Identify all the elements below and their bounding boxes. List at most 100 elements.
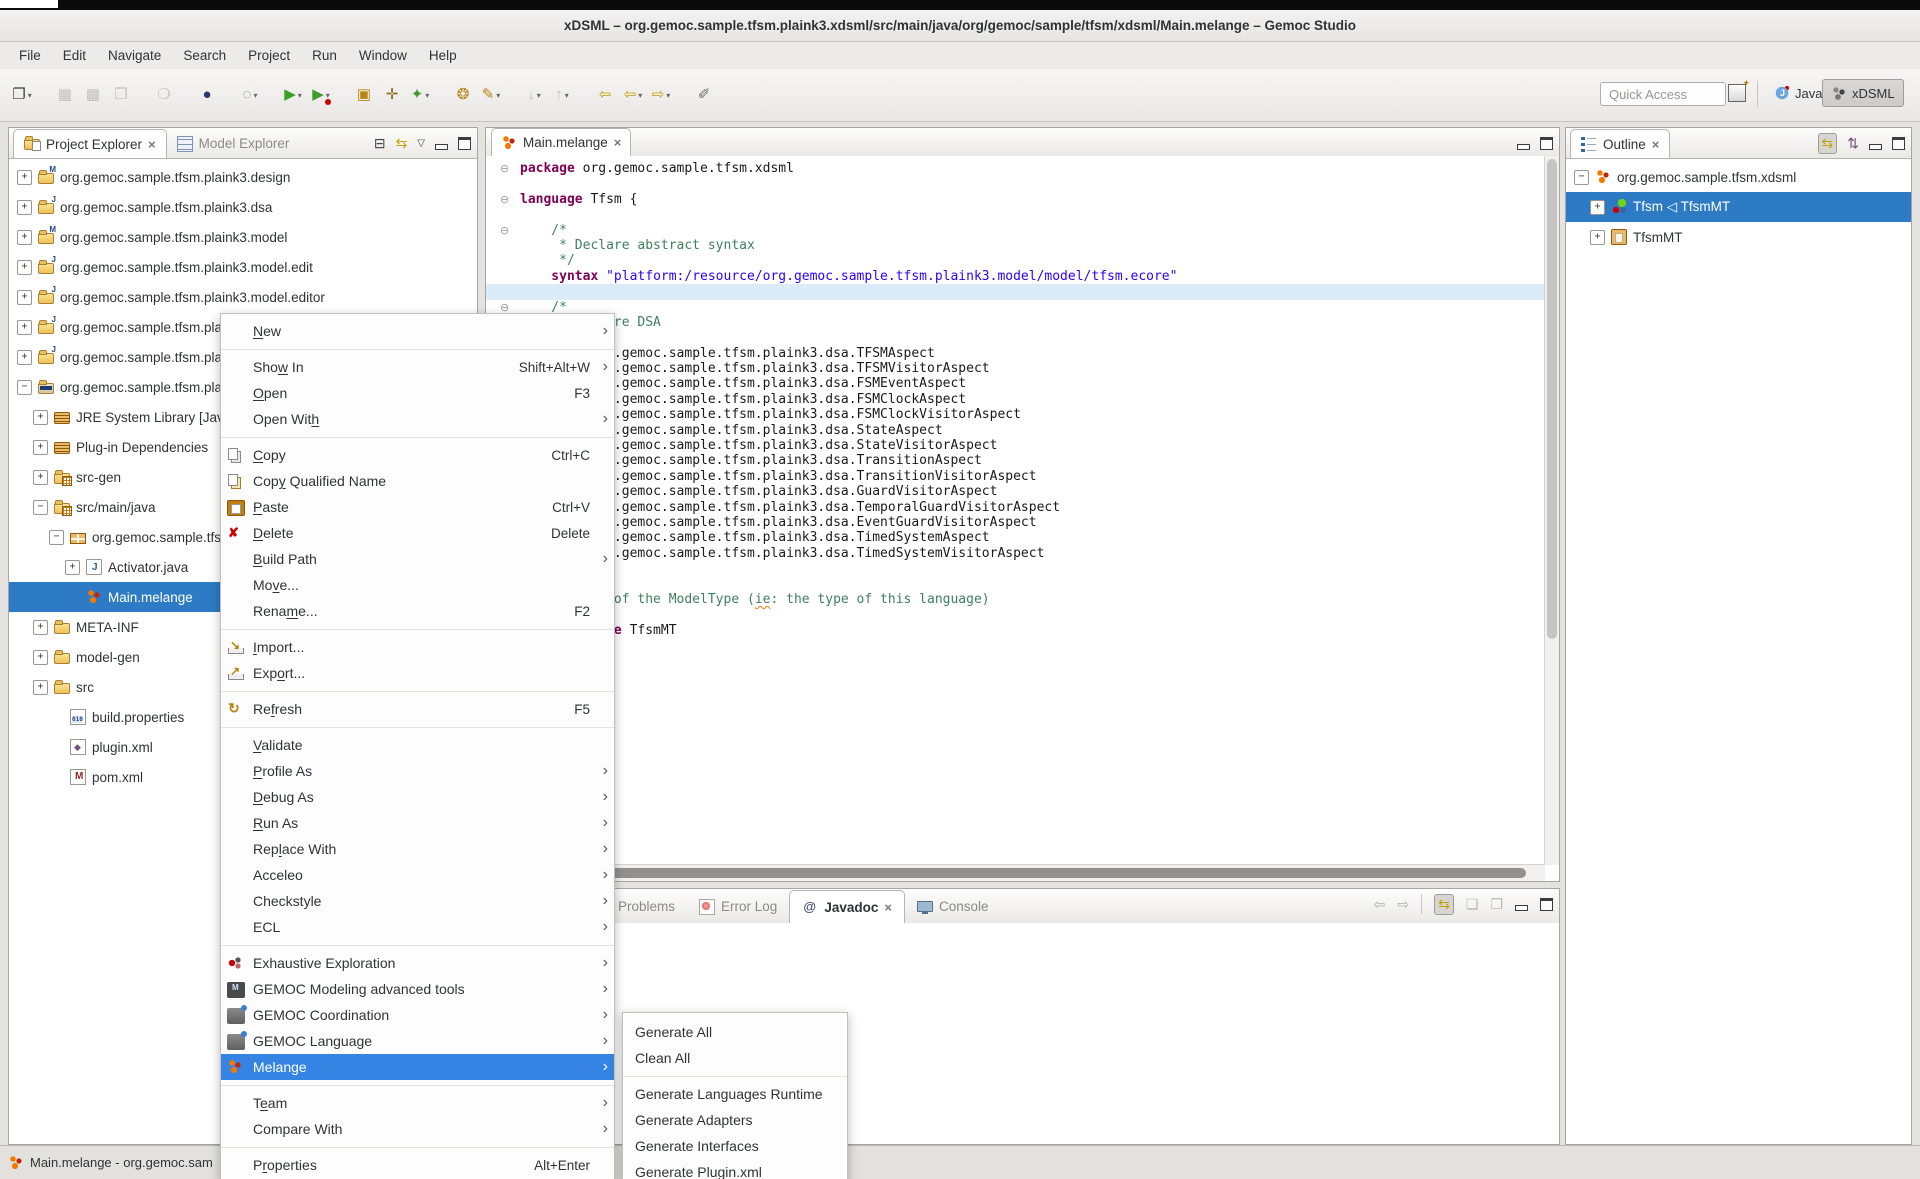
expand-icon[interactable]: +: [33, 410, 48, 425]
menubar-item-run[interactable]: Run: [301, 42, 348, 69]
menubar-item-file[interactable]: File: [8, 42, 52, 69]
maximize-button[interactable]: [1540, 137, 1553, 150]
fold-collapse-icon[interactable]: ⊖: [500, 301, 509, 314]
expand-icon[interactable]: +: [17, 200, 32, 215]
outline-item-tfsmmt[interactable]: +TfsmMT: [1566, 222, 1911, 252]
tree-item-org-gemoc-sample-tfsm-plaink3-design[interactable]: +org.gemoc.sample.tfsm.plaink3.design: [9, 162, 477, 192]
outline-item-org-gemoc-sample-tfsm-xdsml[interactable]: −org.gemoc.sample.tfsm.xdsml: [1566, 162, 1911, 192]
context-menu-item-profile-as[interactable]: Profile As›: [221, 758, 614, 784]
menubar-item-navigate[interactable]: Navigate: [97, 42, 172, 69]
new-java-package-button[interactable]: ▣: [351, 82, 377, 108]
context-menu-item-paste[interactable]: PasteCtrl+V: [221, 494, 614, 520]
collapse-icon[interactable]: −: [33, 500, 48, 515]
collapse-all-button[interactable]: ⊟: [374, 135, 386, 152]
editor-vertical-scrollbar[interactable]: [1544, 156, 1559, 865]
back-button[interactable]: ⇦▾: [620, 82, 646, 108]
dropdown-chevron-icon[interactable]: ▾: [565, 91, 569, 100]
submenu-item-generate-languages-runtime[interactable]: Generate Languages Runtime: [623, 1081, 847, 1107]
view-menu-button[interactable]: ▽: [417, 138, 425, 149]
code-area[interactable]: ⊖package org.gemoc.sample.tfsm.xdsml⊖lan…: [486, 156, 1545, 865]
context-menu-item-debug-as[interactable]: Debug As›: [221, 784, 614, 810]
close-icon[interactable]: ×: [148, 137, 156, 152]
tab-model-explorer[interactable]: Model Explorer: [167, 129, 300, 158]
new-plugin-project-button[interactable]: ✛: [379, 82, 405, 108]
link-with-editor-button[interactable]: ⇆: [1434, 894, 1454, 915]
tree-item-org-gemoc-sample-tfsm-plaink3-model[interactable]: +org.gemoc.sample.tfsm.plaink3.model: [9, 222, 477, 252]
context-menu-item-validate[interactable]: Validate: [221, 732, 614, 758]
collapse-icon[interactable]: −: [17, 380, 32, 395]
previous-annotation-button[interactable]: ↑▾: [549, 82, 575, 108]
fold-collapse-icon[interactable]: ⊖: [500, 193, 509, 206]
minimize-button[interactable]: [1515, 905, 1528, 911]
expand-icon[interactable]: +: [65, 560, 80, 575]
context-menu-item-show-in[interactable]: Show InShift+Alt+W›: [221, 354, 614, 380]
menubar-item-edit[interactable]: Edit: [52, 42, 97, 69]
context-menu-item-new[interactable]: New›: [221, 318, 614, 344]
context-menu-item-properties[interactable]: PropertiesAlt+Enter: [221, 1152, 614, 1178]
minimize-button[interactable]: [1869, 144, 1882, 150]
dropdown-chevron-icon[interactable]: ▾: [253, 91, 257, 100]
scrollbar-thumb[interactable]: [1547, 159, 1557, 639]
forward-button[interactable]: ⇨: [1397, 896, 1409, 913]
context-menu-item-gemoc-language[interactable]: GEMOC Language›: [221, 1028, 614, 1054]
tree-item-org-gemoc-sample-tfsm-plaink3-dsa[interactable]: +org.gemoc.sample.tfsm.plaink3.dsa: [9, 192, 477, 222]
open-input-button[interactable]: ❏: [1466, 896, 1479, 913]
search-button[interactable]: ❍: [151, 82, 177, 108]
submenu-item-generate-adapters[interactable]: Generate Adapters: [623, 1107, 847, 1133]
dropdown-chevron-icon[interactable]: ▾: [638, 91, 642, 100]
open-wizard-button[interactable]: ❂: [450, 82, 476, 108]
context-menu-item-compare-with[interactable]: Compare With›: [221, 1116, 614, 1142]
context-menu-item-import[interactable]: Import...: [221, 634, 614, 660]
context-menu-item-gemoc-coordination[interactable]: GEMOC Coordination›: [221, 1002, 614, 1028]
new-gemoc-project-button[interactable]: ✦▾: [407, 82, 433, 108]
outline-item-tfsm-tfsmmt[interactable]: +Tfsm ◁ TfsmMT: [1566, 192, 1911, 222]
submenu-item-clean-all[interactable]: Clean All: [623, 1045, 847, 1071]
last-edit-location-button[interactable]: ⇦: [592, 82, 618, 108]
tree-item-org-gemoc-sample-tfsm-plaink3-model-editor[interactable]: +org.gemoc.sample.tfsm.plaink3.model.edi…: [9, 282, 477, 312]
maximize-button[interactable]: [1892, 137, 1905, 150]
context-menu-item-rename[interactable]: Rename...F2: [221, 598, 614, 624]
link-with-editor-button[interactable]: ⇆: [396, 135, 408, 152]
dropdown-chevron-icon[interactable]: ▾: [537, 91, 541, 100]
context-menu-item-build-path[interactable]: Build Path›: [221, 546, 614, 572]
context-menu-item-replace-with[interactable]: Replace With›: [221, 836, 614, 862]
context-menu-item-export[interactable]: Export...: [221, 660, 614, 686]
save-all-button[interactable]: ▩: [80, 82, 106, 108]
menubar-item-help[interactable]: Help: [418, 42, 468, 69]
context-menu-item-team[interactable]: Team›: [221, 1090, 614, 1116]
context-menu-item-run-as[interactable]: Run As›: [221, 810, 614, 836]
context-menu-item-gemoc-modeling-advanced-tools[interactable]: GEMOC Modeling advanced tools›: [221, 976, 614, 1002]
expand-icon[interactable]: +: [33, 680, 48, 695]
fold-collapse-icon[interactable]: ⊖: [500, 162, 509, 175]
close-icon[interactable]: ×: [614, 135, 622, 150]
menubar-item-window[interactable]: Window: [348, 42, 418, 69]
dropdown-chevron-icon[interactable]: ▾: [496, 91, 500, 100]
context-menu-item-exhaustive-exploration[interactable]: Exhaustive Exploration›: [221, 950, 614, 976]
expand-icon[interactable]: +: [17, 350, 32, 365]
tab-error-log[interactable]: Error Log: [687, 890, 789, 923]
editor-horizontal-scrollbar[interactable]: [486, 864, 1545, 881]
submenu-item-generate-all[interactable]: Generate All: [623, 1019, 847, 1045]
collapse-icon[interactable]: −: [1574, 170, 1589, 185]
context-menu-item-move[interactable]: Move...: [221, 572, 614, 598]
context-menu-item-refresh[interactable]: RefreshF5: [221, 696, 614, 722]
context-menu-item-ecl[interactable]: ECL›: [221, 914, 614, 940]
perspective-xdsml-button[interactable]: xDSML: [1822, 79, 1904, 107]
open-attached-javadoc-button[interactable]: ❐: [1490, 896, 1503, 913]
link-with-editor-button[interactable]: ⇆: [1818, 133, 1838, 154]
minimize-button[interactable]: [435, 144, 448, 150]
save-button[interactable]: ▦: [52, 82, 78, 108]
context-menu-item-delete[interactable]: DeleteDelete: [221, 520, 614, 546]
dropdown-chevron-icon[interactable]: ▾: [28, 91, 32, 100]
collapse-icon[interactable]: −: [49, 530, 64, 545]
perspective-java-button[interactable]: Java: [1766, 79, 1830, 107]
expand-icon[interactable]: +: [17, 320, 32, 335]
menubar-item-search[interactable]: Search: [172, 42, 237, 69]
expand-icon[interactable]: +: [33, 620, 48, 635]
tab-outline[interactable]: Outline ×: [1570, 129, 1670, 158]
dropdown-chevron-icon[interactable]: ▾: [425, 91, 429, 100]
submenu-item-generate-plugin-xml[interactable]: Generate Plugin.xml: [623, 1159, 847, 1179]
maximize-button[interactable]: [458, 137, 471, 150]
close-icon[interactable]: ×: [884, 900, 892, 915]
new-wizard-button[interactable]: ❐▾: [9, 82, 35, 108]
